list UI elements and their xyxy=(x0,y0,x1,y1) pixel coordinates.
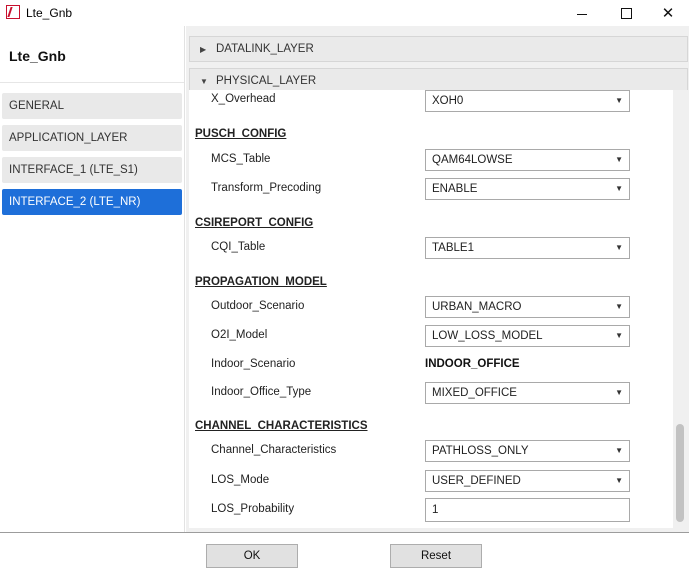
group-csireport-config: CSIREPORT_CONFIG xyxy=(195,217,314,229)
channel-characteristics-label: Channel_Characteristics xyxy=(211,444,337,456)
physical-layer-panel: X_Overhead XOH0 ▼ PUSCH_CONFIG MCS_Table… xyxy=(189,90,673,528)
ok-button[interactable]: OK xyxy=(206,544,298,568)
chevron-down-icon: ▼ xyxy=(615,446,623,455)
footer: OK Reset xyxy=(0,532,689,576)
sidebar-title: Lte_Gnb xyxy=(9,48,66,64)
app-logo-icon xyxy=(6,5,20,19)
section-datalink-layer[interactable]: ▶ DATALINK_LAYER xyxy=(189,36,688,62)
group-channel-characteristics: CHANNEL_CHARACTERISTICS xyxy=(195,420,368,432)
section-label: PHYSICAL_LAYER xyxy=(216,75,317,87)
chevron-down-icon: ▼ xyxy=(615,184,623,193)
section-label: DATALINK_LAYER xyxy=(216,43,314,55)
window-title: Lte_Gnb xyxy=(26,6,73,20)
scrollbar-thumb[interactable] xyxy=(676,424,684,522)
channel-characteristics-dropdown[interactable]: PATHLOSS_ONLY ▼ xyxy=(425,440,630,462)
o2i-model-label: O2I_Model xyxy=(211,329,268,341)
dropdown-value: LOW_LOSS_MODEL xyxy=(432,330,543,342)
sidebar-item-interface-2[interactable]: INTERFACE_2 (LTE_NR) xyxy=(2,189,182,215)
chevron-down-icon: ▼ xyxy=(615,155,623,164)
mcs-table-label: MCS_Table xyxy=(211,153,271,165)
x-overhead-label: X_Overhead xyxy=(211,93,276,105)
app-window: Lte_Gnb ✕ Lte_Gnb GENERAL APPLICATION_LA… xyxy=(0,0,689,576)
outdoor-scenario-dropdown[interactable]: URBAN_MACRO ▼ xyxy=(425,296,630,318)
minimize-button[interactable] xyxy=(562,0,602,26)
sidebar-item-application-layer[interactable]: APPLICATION_LAYER xyxy=(2,125,182,151)
group-propagation-model: PROPAGATION_MODEL xyxy=(195,276,327,288)
dropdown-value: URBAN_MACRO xyxy=(432,301,522,313)
reset-button[interactable]: Reset xyxy=(390,544,482,568)
outdoor-scenario-label: Outdoor_Scenario xyxy=(211,300,305,312)
dropdown-value: MIXED_OFFICE xyxy=(432,387,517,399)
dropdown-value: XOH0 xyxy=(432,95,464,107)
vertical-scrollbar[interactable] xyxy=(673,90,688,528)
chevron-down-icon: ▼ xyxy=(615,243,623,252)
group-pusch-config: PUSCH_CONFIG xyxy=(195,128,287,140)
sidebar-item-general[interactable]: GENERAL xyxy=(2,93,182,119)
maximize-icon xyxy=(620,7,632,19)
transform-precoding-label: Transform_Precoding xyxy=(211,182,322,194)
dropdown-value: ENABLE xyxy=(432,183,478,195)
dropdown-value: PATHLOSS_ONLY xyxy=(432,445,529,457)
indoor-scenario-label: Indoor_Scenario xyxy=(211,358,296,370)
chevron-down-icon: ▼ xyxy=(615,388,623,397)
close-icon: ✕ xyxy=(661,5,675,22)
los-mode-dropdown[interactable]: USER_DEFINED ▼ xyxy=(425,470,630,492)
minimize-icon xyxy=(577,13,587,15)
chevron-down-icon: ▼ xyxy=(615,96,623,105)
sidebar: Lte_Gnb GENERAL APPLICATION_LAYER INTERF… xyxy=(0,26,185,532)
dropdown-value: QAM64LOWSE xyxy=(432,154,513,166)
chevron-down-icon: ▼ xyxy=(615,302,623,311)
los-mode-label: LOS_Mode xyxy=(211,474,270,486)
expand-arrow-icon: ▶ xyxy=(200,45,207,54)
dropdown-value: USER_DEFINED xyxy=(432,475,521,487)
o2i-model-dropdown[interactable]: LOW_LOSS_MODEL ▼ xyxy=(425,325,630,347)
chevron-down-icon: ▼ xyxy=(615,331,623,340)
los-probability-label: LOS_Probability xyxy=(211,503,295,515)
sidebar-divider xyxy=(0,82,184,83)
content-area: ▶ DATALINK_LAYER ▼ PHYSICAL_LAYER X_Overhe… xyxy=(186,26,689,532)
transform-precoding-dropdown[interactable]: ENABLE ▼ xyxy=(425,178,630,200)
title-bar: Lte_Gnb ✕ xyxy=(0,0,689,26)
cqi-table-label: CQI_Table xyxy=(211,241,266,253)
indoor-office-type-label: Indoor_Office_Type xyxy=(211,386,312,398)
maximize-button[interactable] xyxy=(606,0,646,26)
cqi-table-dropdown[interactable]: TABLE1 ▼ xyxy=(425,237,630,259)
indoor-office-type-dropdown[interactable]: MIXED_OFFICE ▼ xyxy=(425,382,630,404)
close-button[interactable]: ✕ xyxy=(648,0,688,26)
indoor-scenario-value: INDOOR_OFFICE xyxy=(425,358,520,370)
chevron-down-icon: ▼ xyxy=(615,476,623,485)
sidebar-item-interface-1[interactable]: INTERFACE_1 (LTE_S1) xyxy=(2,157,182,183)
dropdown-value: TABLE1 xyxy=(432,242,474,254)
mcs-table-dropdown[interactable]: QAM64LOWSE ▼ xyxy=(425,149,630,171)
los-probability-input[interactable] xyxy=(425,498,630,522)
x-overhead-dropdown[interactable]: XOH0 ▼ xyxy=(425,90,630,112)
